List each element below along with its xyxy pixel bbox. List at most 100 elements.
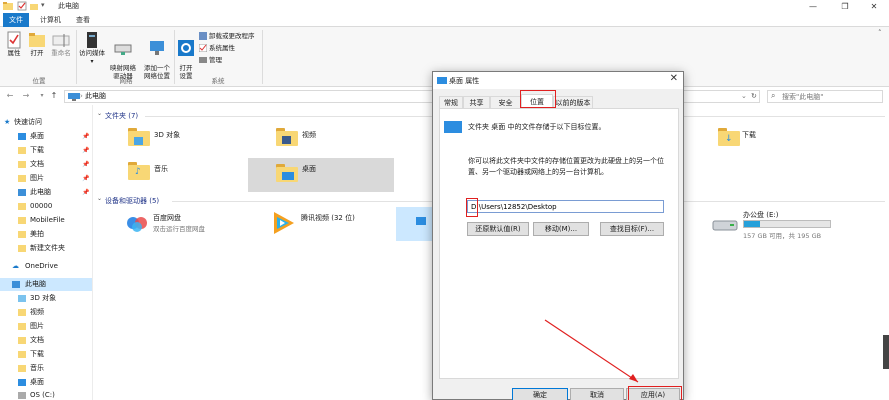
scrollbar-thumb[interactable] [883, 335, 889, 369]
folder-label: 音乐 [154, 165, 168, 173]
nav-item-label: 下载 [30, 146, 44, 154]
address-dropdown-icon[interactable]: ⌄ [741, 91, 747, 102]
move-button[interactable]: 移动(M)... [533, 222, 589, 236]
desktop-icon [18, 379, 26, 386]
folder-tile-music[interactable]: ♪ 音乐 [122, 158, 252, 194]
pin-icon[interactable]: 📌 [82, 130, 89, 143]
star-icon: ★ [4, 118, 11, 126]
nav-item-label: 图片 [30, 174, 44, 182]
recent-locations-icon[interactable]: ▾ [36, 90, 48, 102]
desktop-folder-icon [437, 77, 447, 84]
nav-pc-pictures[interactable]: 图片 [0, 320, 92, 333]
tab-view[interactable]: 查看 [70, 13, 96, 27]
nav-item-new-folder[interactable]: 新建文件夹 [0, 242, 92, 255]
folder-tile-3d-objects[interactable]: 3D 对象 [122, 124, 252, 160]
pin-icon[interactable]: 📌 [82, 158, 89, 171]
nav-item-label: 音乐 [30, 364, 44, 372]
collapse-ribbon-icon[interactable]: ˄ [878, 29, 882, 37]
device-tile-tencent-video[interactable]: 腾讯视频 (32 位) [266, 208, 396, 244]
title-bar: ▾ 此电脑 — ❐ ✕ [0, 0, 889, 13]
rename-button[interactable]: 重命名 [48, 31, 74, 58]
ribbon-separator [76, 30, 77, 84]
dialog-title-bar: 桌面 属性 ✕ [433, 72, 683, 89]
music-note-icon: ♪ [135, 167, 141, 177]
up-arrow-icon[interactable]: ↑ [48, 90, 60, 102]
folder-tile-videos[interactable]: 视频 [270, 124, 394, 160]
nav-item-label: 3D 对象 [30, 294, 57, 302]
nav-pc-videos[interactable]: 视频 [0, 306, 92, 319]
nav-pc-documents[interactable]: 文档 [0, 334, 92, 347]
open-button[interactable]: 打开 [27, 31, 47, 58]
devices-group-header[interactable]: 设备和驱动器 (5) [105, 196, 159, 206]
close-button[interactable]: ✕ [859, 0, 889, 13]
system-properties-button[interactable]: 系统属性 [199, 43, 235, 54]
device-tile-office-drive-e[interactable]: 办公盘 (E:) 157 GB 可用，共 195 GB [708, 208, 838, 244]
tab-file[interactable]: 文件 [3, 13, 29, 27]
new-folder-quick-icon[interactable] [29, 1, 39, 11]
dialog-close-button[interactable]: ✕ [670, 73, 678, 84]
nav-item-pictures[interactable]: 图片 📌 [0, 172, 92, 185]
annotation-drive-letter-box [466, 198, 478, 217]
ok-button[interactable]: 确定 [512, 388, 568, 400]
device-tile-baidu-netdisk[interactable]: 百度网盘 双击运行百度网盘 [122, 208, 262, 244]
system-check-icon [199, 44, 207, 52]
nav-this-pc[interactable]: 此电脑 [0, 278, 92, 291]
open-settings-button[interactable]: 打开 设置 [176, 31, 196, 80]
collapse-chevron-icon[interactable]: ⌄ [97, 195, 102, 202]
group-label-network: 网络 [119, 77, 133, 85]
back-arrow-icon[interactable]: ← [4, 90, 16, 102]
nav-pc-os-c[interactable]: OS (C:) [0, 389, 92, 400]
customize-qa-icon[interactable]: ▾ [41, 1, 51, 11]
maximize-button[interactable]: ❐ [830, 0, 860, 13]
selected-device-tile[interactable] [396, 207, 432, 241]
nav-item-mobilefile[interactable]: MobileFile [0, 214, 92, 227]
nav-item-meipai[interactable]: 美拍 [0, 228, 92, 241]
nav-item-this-pc-quick[interactable]: 此电脑 📌 [0, 186, 92, 199]
access-media-label: 访问媒体 [79, 49, 105, 57]
pin-icon[interactable]: 📌 [82, 186, 89, 199]
add-network-location-button[interactable]: 添加一个 网络位置 [140, 31, 174, 80]
collapse-chevron-icon[interactable]: ⌄ [97, 110, 102, 117]
find-target-button[interactable]: 查找目标(F)... [600, 222, 664, 236]
nav-item-00000[interactable]: 00000 [0, 200, 92, 213]
nav-pc-3d-objects[interactable]: 3D 对象 [0, 292, 92, 305]
explorer-icon [3, 1, 13, 11]
manage-button[interactable]: 管理 [199, 55, 222, 66]
nav-pc-music[interactable]: 音乐 [0, 362, 92, 375]
nav-item-label: 文档 [30, 160, 44, 168]
map-drive-button[interactable]: 映射网络 驱动器 [106, 31, 140, 80]
cancel-button[interactable]: 取消 [570, 388, 624, 400]
map-drive-icon [114, 44, 132, 55]
breadcrumb-separator-icon: › [80, 92, 83, 100]
pin-icon[interactable]: 📌 [82, 172, 89, 185]
ribbon-separator [174, 30, 175, 84]
properties-quick-icon[interactable] [17, 1, 27, 11]
search-box[interactable]: ⌕ 搜索"此电脑" [767, 90, 883, 103]
restore-default-button[interactable]: 还原默认值(R) [467, 222, 529, 236]
refresh-icon[interactable]: ↻ [751, 91, 757, 102]
music-folder-icon [18, 365, 26, 372]
nav-item-desktop[interactable]: 桌面 📌 [0, 130, 92, 143]
access-media-button[interactable]: 访问媒体▾ [78, 31, 106, 65]
location-description-line-2: 置、另一个驱动器或网络上的另一台计算机。 [468, 168, 608, 176]
tab-computer[interactable]: 计算机 [34, 13, 67, 27]
nav-quick-access[interactable]: ★ 快速访问 [0, 116, 92, 129]
nav-pc-downloads[interactable]: 下载 [0, 348, 92, 361]
nav-quick-access-label: 快速访问 [14, 118, 42, 126]
properties-icon [7, 31, 21, 49]
folder-tile-desktop[interactable]: 桌面 [248, 158, 394, 192]
folders-group-header[interactable]: 文件夹 (7) [105, 111, 138, 121]
minimize-button[interactable]: — [798, 0, 828, 13]
nav-onedrive[interactable]: ☁ OneDrive [0, 260, 92, 273]
uninstall-program-button[interactable]: 卸载或更改程序 [199, 31, 255, 42]
pin-icon[interactable]: 📌 [82, 144, 89, 157]
properties-button[interactable]: 属性 [4, 31, 24, 58]
nav-item-downloads[interactable]: 下载 📌 [0, 144, 92, 157]
location-path-input[interactable] [467, 200, 664, 213]
folder-tile-downloads[interactable]: ↓ 下载 [712, 124, 832, 160]
nav-pc-desktop[interactable]: 桌面 [0, 376, 92, 389]
breadcrumb-this-pc[interactable]: 此电脑 [85, 91, 106, 102]
forward-arrow-icon[interactable]: → [20, 90, 32, 102]
folder-icon [18, 231, 26, 238]
nav-item-documents[interactable]: 文档 📌 [0, 158, 92, 171]
